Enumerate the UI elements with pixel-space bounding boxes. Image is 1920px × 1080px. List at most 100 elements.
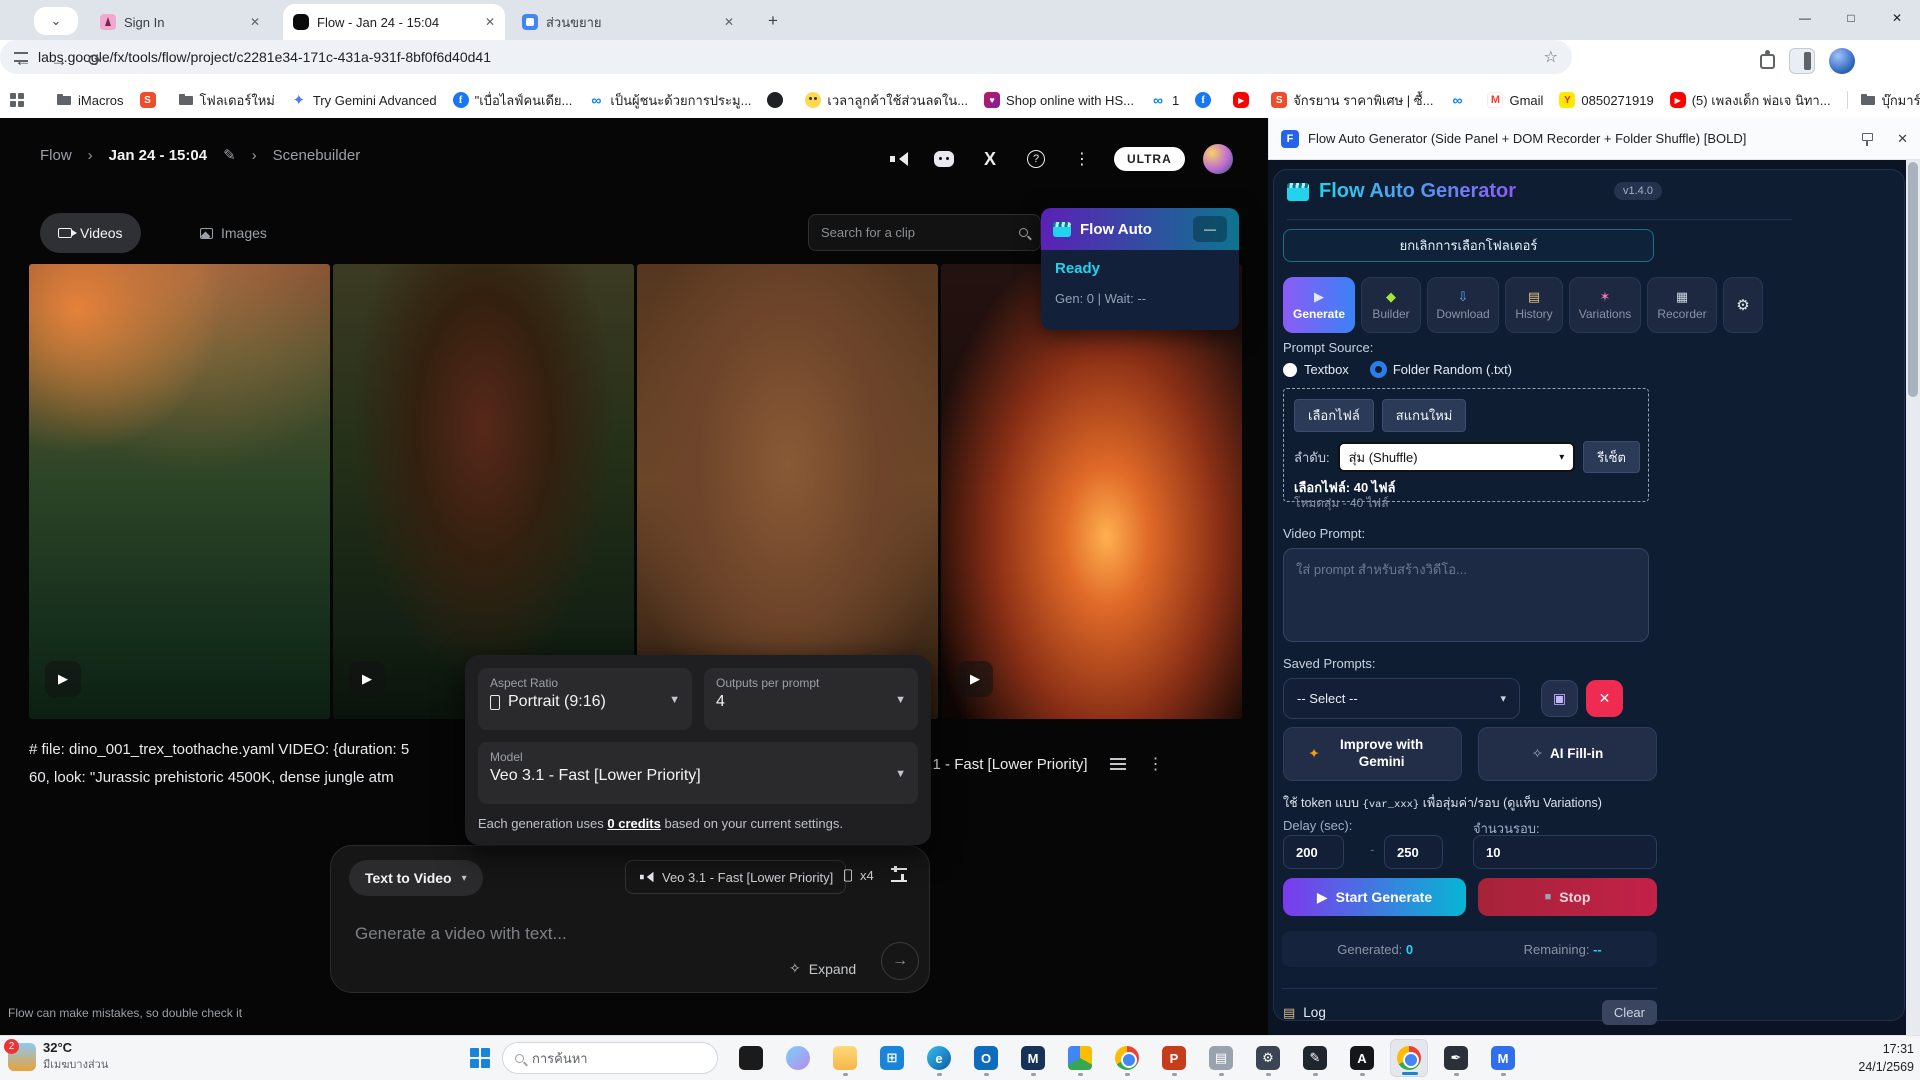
video-thumbnail-2[interactable]: ▶ (333, 264, 634, 719)
side-panel-toggle-icon[interactable] (1789, 48, 1815, 74)
taskbar-search-box[interactable] (502, 1042, 718, 1074)
browser-profile-avatar[interactable] (1829, 48, 1855, 74)
address-bar[interactable]: labs.google/fx/tools/flow/project/c2281e… (0, 40, 1572, 74)
bookmark-item[interactable]: ✦Try Gemini Advanced (291, 92, 437, 108)
tab-close-icon[interactable]: ✕ (724, 15, 734, 29)
app-icon-microsoft-store[interactable]: ⊞ (873, 1039, 911, 1077)
bookmark-item[interactable]: f"เบื่อไลฟ์คนเดีย... (453, 90, 573, 111)
sound-icon[interactable] (884, 145, 912, 173)
mode-selector[interactable]: Text to Video ▾ (349, 860, 483, 896)
flow-profile-avatar[interactable] (1203, 144, 1233, 174)
prompt-input[interactable] (355, 924, 775, 944)
edit-pencil-icon[interactable]: ✎ (223, 146, 236, 164)
app-icon-settings[interactable]: ⚙ (1249, 1039, 1287, 1077)
app-icon-file-explorer[interactable] (826, 1039, 864, 1077)
app-icon-copilot[interactable] (779, 1039, 817, 1077)
radio-textbox[interactable]: Textbox (1283, 362, 1349, 377)
browser-tab-flow[interactable]: Flow - Jan 24 - 15:04 ✕ (283, 4, 505, 40)
browser-tab-signin[interactable]: Sign In ✕ (90, 4, 270, 40)
bookmark-item[interactable]: ♥Shop online with HS... (984, 92, 1134, 108)
tab-close-icon[interactable]: ✕ (485, 15, 495, 29)
clip-search-input[interactable] (821, 225, 1011, 240)
scrollbar-thumb[interactable] (1908, 162, 1918, 397)
rounds-input[interactable] (1473, 835, 1657, 869)
extensions-icon[interactable] (1760, 54, 1775, 69)
video-thumbnail-1[interactable]: ▶ (29, 264, 330, 719)
clip-search-box[interactable] (808, 214, 1041, 251)
video-prompt-textarea[interactable] (1283, 548, 1649, 642)
tab-recorder[interactable]: Recorder (1647, 277, 1717, 333)
video-thumbnail-4[interactable]: ▶ (941, 264, 1242, 719)
taskbar-search-input[interactable] (532, 1051, 708, 1066)
apps-grid-icon[interactable] (10, 93, 24, 107)
breadcrumb-root[interactable]: Flow (40, 147, 72, 164)
clear-log-button[interactable]: Clear (1602, 1000, 1657, 1025)
shuffle-order-select[interactable]: สุ่ม (Shuffle)▾ (1338, 442, 1576, 472)
tab-images[interactable]: Images (182, 213, 285, 253)
reload-button[interactable]: ⟳ (82, 48, 108, 74)
rescan-button[interactable]: สแกนใหม่ (1382, 399, 1467, 432)
more-menu-icon[interactable]: ⋮ (1068, 145, 1096, 173)
pin-icon[interactable] (1860, 132, 1874, 146)
outputs-per-promp-select[interactable]: Outputs per prompt 4 ▼ (704, 668, 918, 730)
bookmark-item[interactable]: โฟลเดอร์ใหม่ (178, 90, 275, 111)
reset-button[interactable]: รีเซ็ต (1583, 441, 1640, 473)
x-twitter-icon[interactable]: X (976, 145, 1004, 173)
delay-max-input[interactable] (1384, 835, 1443, 869)
app-icon-drive[interactable] (1061, 1039, 1099, 1077)
new-tab-button[interactable]: + (762, 10, 784, 32)
tab-generate[interactable]: Generate (1283, 277, 1355, 333)
output-multiplier[interactable]: x4 (843, 868, 874, 883)
weather-widget[interactable]: 2 32°C มีเมฆบางส่วน (8, 1040, 108, 1073)
breadcrumb-scenebuilder[interactable]: Scenebuilder (273, 147, 361, 164)
close-side-panel-icon[interactable]: ✕ (1897, 131, 1908, 147)
window-maximize-button[interactable]: □ (1828, 0, 1874, 36)
taskbar-clock[interactable]: 17:31 24/1/2569 (1832, 1041, 1914, 1076)
bookmark-item[interactable]: ▶(5) เพลงเด็ก พ่อเจ นิทา... (1670, 90, 1831, 111)
bookmark-star-icon[interactable]: ☆ (1544, 47, 1558, 67)
model-select[interactable]: Model Veo 3.1 - Fast [Lower Priority] ▼ (478, 742, 918, 804)
app-icon-pen[interactable]: ✎ (1296, 1039, 1334, 1077)
radio-folder-random[interactable]: Folder Random (.txt) (1371, 362, 1512, 377)
saved-prompts-select[interactable]: -- Select --▾ (1283, 678, 1520, 719)
bookmark-item[interactable]: S (140, 92, 162, 108)
app-icon-edge[interactable]: e (920, 1039, 958, 1077)
tab-builder[interactable]: Builder (1361, 277, 1421, 333)
tab-videos[interactable]: Videos (40, 213, 141, 253)
prompt-list-icon[interactable] (1110, 758, 1126, 770)
app-icon-chrome-active[interactable] (1390, 1039, 1428, 1077)
bookmark-item[interactable]: iMacros (56, 92, 124, 108)
browser-tab-extensions[interactable]: ส่วนขยาย ✕ (512, 4, 744, 40)
all-bookmarks[interactable]: บุ๊กมาร์กทั้งหมด (1847, 90, 1920, 111)
ai-fillin-button[interactable]: ✧AI Fill-in (1478, 727, 1657, 781)
save-prompt-button[interactable]: ▣ (1541, 680, 1578, 717)
bookmark-item[interactable]: ∞เป็นผู้ชนะด้วยการประมู... (588, 90, 751, 111)
bookmark-item[interactable] (767, 92, 789, 108)
credits-link[interactable]: 0 credits (607, 816, 660, 831)
help-icon[interactable]: ? (1022, 145, 1050, 173)
model-chip[interactable]: Veo 3.1 - Fast [Lower Priority] (625, 860, 846, 894)
window-minimize-button[interactable]: — (1782, 0, 1828, 36)
aspect-ratio-select[interactable]: Aspect Ratio Portrait (9:16) ▼ (478, 668, 692, 730)
stop-button[interactable]: ■Stop (1478, 878, 1657, 916)
app-icon-a[interactable]: A (1343, 1039, 1381, 1077)
app-icon-outlook[interactable]: O (967, 1039, 1005, 1077)
expand-button[interactable]: ✧ Expand (789, 960, 856, 977)
bookmark-item[interactable]: เวลาลูกค้าใช้ส่วนลดใน... (805, 90, 968, 111)
tab-download[interactable]: Download (1427, 277, 1499, 333)
app-icon-notes[interactable] (732, 1039, 770, 1077)
start-button[interactable] (470, 1048, 490, 1068)
bookmark-item[interactable]: ▶ (1233, 92, 1255, 108)
tab-settings[interactable] (1723, 277, 1763, 333)
app-icon-powerpoint[interactable]: P (1155, 1039, 1193, 1077)
tab-search-button[interactable]: ⌄ (34, 7, 78, 35)
delete-prompt-button[interactable]: ✕ (1586, 680, 1623, 717)
app-icon-document[interactable]: ▤ (1202, 1039, 1240, 1077)
play-icon[interactable]: ▶ (957, 661, 993, 697)
choose-file-button[interactable]: เลือกไฟล์ (1294, 399, 1374, 432)
project-title[interactable]: Jan 24 - 15:04 (109, 147, 207, 164)
minimize-popup-button[interactable]: — (1193, 216, 1227, 242)
bookmark-item[interactable]: Sจักรยาน ราคาพิเศษ | ซื้... (1271, 90, 1433, 111)
site-settings-icon[interactable] (14, 52, 28, 62)
discord-icon[interactable] (930, 145, 958, 173)
